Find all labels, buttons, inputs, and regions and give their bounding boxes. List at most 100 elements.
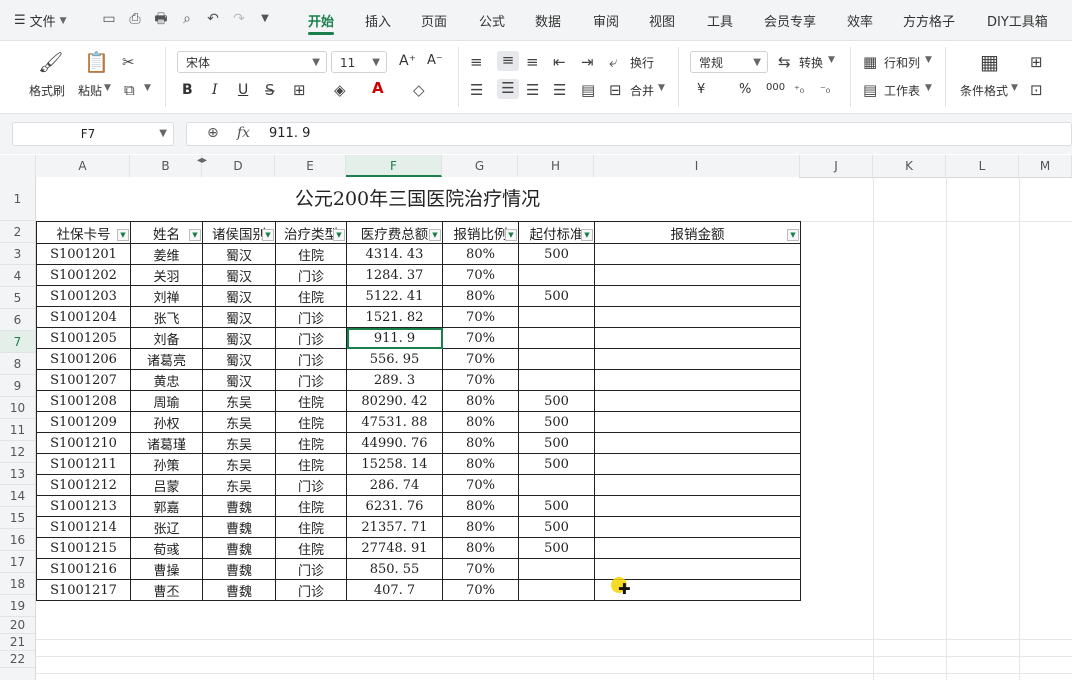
cell-threshold[interactable] <box>518 348 595 370</box>
hidden-column-indicator[interactable]: ◂▸ <box>197 155 207 166</box>
chevron-down-icon[interactable]: ▼ <box>144 83 151 93</box>
cell-total-fee[interactable]: 1521. 82 <box>346 306 443 328</box>
currency-button[interactable]: ¥ <box>697 82 705 97</box>
cell-treatment[interactable]: 门诊 <box>275 264 347 286</box>
header-country[interactable]: 诸侯国别 ▼ <box>202 221 276 244</box>
cell-treatment[interactable]: 门诊 <box>275 327 347 349</box>
row-header[interactable]: 22 <box>0 651 35 668</box>
column-header[interactable]: J <box>800 155 873 177</box>
format-painter-icon[interactable]: 🖌 <box>38 52 63 72</box>
cell-name[interactable]: 张飞 <box>130 306 203 328</box>
cell-card-no[interactable]: S1001217 <box>36 579 131 601</box>
sheet-title[interactable]: 公元200年三国医院治疗情况 <box>36 177 799 221</box>
row-header-selected[interactable]: 7 <box>0 331 35 353</box>
row-header[interactable]: 1 <box>0 177 35 221</box>
cell-threshold[interactable]: 500 <box>518 390 595 412</box>
cell-card-no[interactable]: S1001216 <box>36 558 131 580</box>
cell-amount[interactable] <box>594 495 801 517</box>
paste-icon[interactable]: 📋 <box>84 52 109 72</box>
cell-style-icon[interactable]: ⊞ <box>1030 53 1043 71</box>
cell-ratio[interactable]: 80% <box>442 390 519 412</box>
cell-ratio[interactable]: 70% <box>442 306 519 328</box>
cell-treatment[interactable]: 住院 <box>275 537 347 559</box>
increase-indent-icon[interactable]: ⇥ <box>581 53 594 71</box>
merge-button[interactable]: 合并 <box>630 82 654 99</box>
filter-dropdown-icon[interactable]: ▼ <box>581 229 593 241</box>
filter-dropdown-icon[interactable]: ▼ <box>787 229 799 241</box>
cell-total-fee[interactable]: 5122. 41 <box>346 285 443 307</box>
cell-total-fee-active[interactable]: 911. 9 <box>346 327 443 349</box>
align-right-icon[interactable]: ☰ <box>526 81 539 99</box>
cell-threshold[interactable] <box>518 306 595 328</box>
underline-button[interactable]: U <box>238 82 248 98</box>
cell-card-no[interactable]: S1001204 <box>36 306 131 328</box>
column-header-selected[interactable]: F <box>346 155 442 177</box>
filter-dropdown-icon[interactable]: ▼ <box>333 229 345 241</box>
cell-amount[interactable] <box>594 474 801 496</box>
cell-threshold[interactable]: 500 <box>518 495 595 517</box>
cell-country[interactable]: 东吴 <box>202 453 276 475</box>
cell-country[interactable]: 东吴 <box>202 390 276 412</box>
align-center-icon[interactable]: ☰ <box>497 79 519 99</box>
cell-card-no[interactable]: S1001202 <box>36 264 131 286</box>
cell-card-no[interactable]: S1001203 <box>36 285 131 307</box>
cell-ratio[interactable]: 80% <box>442 537 519 559</box>
chevron-down-icon[interactable]: ▼ <box>104 83 111 93</box>
cell-total-fee[interactable]: 286. 74 <box>346 474 443 496</box>
cell-total-fee[interactable]: 556. 95 <box>346 348 443 370</box>
align-bottom-icon[interactable]: ≡ <box>526 53 539 71</box>
strikethrough-icon[interactable]: S̶ <box>265 81 275 99</box>
column-header[interactable]: H <box>518 155 594 177</box>
cell-amount[interactable] <box>594 369 801 391</box>
align-middle-icon[interactable]: ≡ <box>497 51 519 71</box>
file-menu[interactable]: ☰ 文件 ▼ <box>14 11 67 30</box>
decrease-decimal-icon[interactable]: ⁻₀ <box>820 81 830 99</box>
cell-card-no[interactable]: S1001211 <box>36 453 131 475</box>
row-header[interactable]: 19 <box>0 595 35 617</box>
redo-icon[interactable]: ↷ <box>230 10 248 28</box>
fill-color-icon[interactable]: ◈ <box>334 81 346 99</box>
cell-treatment[interactable]: 门诊 <box>275 579 347 601</box>
export-pdf-icon[interactable]: ⎙ <box>126 10 144 28</box>
cell-ratio[interactable]: 70% <box>442 348 519 370</box>
thousands-button[interactable]: 000 <box>766 82 785 93</box>
row-header[interactable]: 4 <box>0 265 35 287</box>
cell-country[interactable]: 蜀汉 <box>202 264 276 286</box>
cell-name[interactable]: 黄忠 <box>130 369 203 391</box>
cell-amount[interactable] <box>594 558 801 580</box>
cell-ratio[interactable]: 80% <box>442 411 519 433</box>
worksheet-icon[interactable]: ▤ <box>863 81 877 99</box>
cell-name[interactable]: 曹操 <box>130 558 203 580</box>
cell-total-fee[interactable]: 80290. 42 <box>346 390 443 412</box>
tab-home[interactable]: 开始 <box>308 11 334 30</box>
cell-country[interactable]: 蜀汉 <box>202 348 276 370</box>
tab-formula[interactable]: 公式 <box>479 11 505 30</box>
cell-country[interactable]: 蜀汉 <box>202 285 276 307</box>
cell-ratio[interactable]: 80% <box>442 516 519 538</box>
rows-cols-icon[interactable]: ▦ <box>863 53 877 71</box>
cell-threshold[interactable]: 500 <box>518 411 595 433</box>
cell-card-no[interactable]: S1001215 <box>36 537 131 559</box>
cell-name[interactable]: 曹丕 <box>130 579 203 601</box>
filter-dropdown-icon[interactable]: ▼ <box>429 229 441 241</box>
copy-icon[interactable]: ⧉ <box>124 81 135 99</box>
cell-total-fee[interactable]: 1284. 37 <box>346 264 443 286</box>
column-header[interactable]: L <box>946 155 1019 177</box>
cell-country[interactable]: 东吴 <box>202 432 276 454</box>
cell-card-no[interactable]: S1001206 <box>36 348 131 370</box>
cell-name[interactable]: 姜维 <box>130 243 203 265</box>
cell-ratio[interactable]: 80% <box>442 453 519 475</box>
tab-view[interactable]: 视图 <box>649 11 675 30</box>
align-left-icon[interactable]: ☰ <box>470 81 483 99</box>
cell-country[interactable]: 曹魏 <box>202 537 276 559</box>
wrap-text-icon[interactable]: ⤶ <box>609 53 617 71</box>
cell-amount[interactable] <box>594 432 801 454</box>
cell-country[interactable]: 曹魏 <box>202 558 276 580</box>
merge-icon[interactable]: ⊟ <box>609 81 622 99</box>
cell-country[interactable]: 蜀汉 <box>202 327 276 349</box>
chevron-down-icon[interactable]: ▼ <box>159 123 167 145</box>
cell-treatment[interactable]: 住院 <box>275 243 347 265</box>
paste-button[interactable]: 粘贴 <box>78 82 102 99</box>
column-header[interactable]: A <box>36 155 130 177</box>
cell-card-no[interactable]: S1001208 <box>36 390 131 412</box>
